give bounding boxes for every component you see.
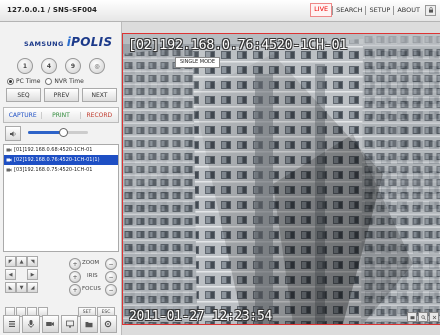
ptz-left-button[interactable]: ◀: [5, 269, 16, 280]
zoom-in-button[interactable]: +: [69, 258, 81, 270]
settings-icon[interactable]: [99, 315, 117, 333]
print-button[interactable]: PRINT: [41, 111, 79, 119]
volume-fill: [28, 131, 63, 134]
samsung-ipolis-logo: SAMSUNG iPOLIS: [24, 35, 113, 49]
fullscreen-button[interactable]: ◎: [89, 58, 105, 74]
ptz-down-left-button[interactable]: ◣: [5, 282, 16, 293]
nav-about[interactable]: ABOUT: [394, 4, 423, 16]
close-icon[interactable]: [429, 312, 439, 322]
video-viewer[interactable]: [02]192.168.0.76:4520-1CH-01 SINGLE MODE…: [122, 33, 440, 325]
ptz-up-button[interactable]: ▲: [16, 256, 27, 267]
camera-title-overlay: [02]192.168.0.76:4520-1CH-01: [128, 37, 348, 53]
camera-list: [01]192.168.0.68:4520-1CH-01 [02]192.168…: [3, 144, 119, 252]
top-bar: 127.0.0.1 / SNS-SF004 LIVE SEARCH SETUP …: [0, 0, 440, 22]
camera-list-item[interactable]: [02]192.168.0.76:4520-1CH-01(1): [4, 155, 118, 165]
nvr-time-radio[interactable]: NVR Time: [45, 78, 84, 85]
monitor-icon[interactable]: [60, 315, 79, 333]
seq-button[interactable]: SEQ: [6, 88, 41, 102]
live-video-frame: [123, 34, 440, 324]
record-button[interactable]: RECORD: [79, 111, 118, 119]
camera-list-item[interactable]: [01]192.168.0.68:4520-1CH-01: [4, 145, 118, 155]
radio-unselected-icon: [45, 78, 53, 85]
view-mode-label: SINGLE MODE: [175, 57, 221, 68]
ptz-up-left-button[interactable]: ◤: [5, 256, 16, 267]
record-toolbar: CAPTURE PRINT RECORD: [3, 107, 119, 123]
list-icon[interactable]: [3, 315, 21, 333]
main-nav: LIVE SEARCH SETUP ABOUT: [310, 3, 436, 17]
ptz-down-right-button[interactable]: ◢: [27, 282, 38, 293]
camera-icon: [6, 148, 12, 152]
radio-selected-icon: [7, 78, 14, 85]
ptz-right-button[interactable]: ▶: [27, 269, 38, 280]
focus-near-button[interactable]: +: [69, 284, 81, 296]
tool-buttons: [3, 315, 117, 333]
lock-icon[interactable]: [425, 4, 436, 16]
next-button[interactable]: NEXT: [82, 88, 117, 102]
zoom-out-button[interactable]: −: [105, 258, 117, 270]
audio-controls: [3, 126, 117, 141]
layout-9-button[interactable]: 9: [65, 58, 81, 74]
camera-icon: [6, 158, 12, 162]
layout-1-button[interactable]: 1: [17, 58, 33, 74]
focus-far-button[interactable]: −: [105, 284, 117, 296]
camera-icon: [6, 168, 12, 172]
folder-icon[interactable]: [80, 315, 98, 333]
ptz-controls: ◤ ▲ ◥ ◀ ▶ ◣ ▼ ◢ + ZOOM − + IRIS − + FOCU…: [3, 256, 117, 304]
viewer-controls: [407, 312, 439, 322]
nav-live[interactable]: LIVE: [310, 3, 333, 17]
zoom-label: ZOOM: [82, 260, 100, 266]
timestamp-overlay: 2011-01-27 12:23:54: [129, 309, 273, 324]
ptz-down-button[interactable]: ▼: [16, 282, 27, 293]
capture-button[interactable]: CAPTURE: [4, 112, 41, 119]
control-sidebar: SAMSUNG iPOLIS 1 4 9 ◎ PC Time NVR Time …: [0, 22, 122, 335]
iris-close-button[interactable]: −: [105, 271, 117, 283]
volume-slider[interactable]: [28, 128, 88, 137]
layout-4-button[interactable]: 4: [41, 58, 57, 74]
iris-open-button[interactable]: +: [69, 271, 81, 283]
snapshot-icon[interactable]: [407, 312, 417, 322]
pc-time-radio[interactable]: PC Time: [7, 78, 40, 85]
prev-button[interactable]: PREV: [44, 88, 79, 102]
volume-knob[interactable]: [58, 128, 68, 137]
focus-label: FOCUS: [82, 286, 101, 292]
camera-list-item[interactable]: [03]192.168.0.75:4520-1CH-01: [4, 165, 118, 175]
time-source-options: PC Time NVR Time: [7, 78, 84, 85]
speaker-icon[interactable]: [5, 126, 21, 141]
microphone-icon[interactable]: [22, 315, 40, 333]
nav-search[interactable]: SEARCH: [333, 4, 365, 16]
device-address: 127.0.0.1 / SNS-SF004: [7, 6, 98, 14]
ptz-up-right-button[interactable]: ◥: [27, 256, 38, 267]
camera-icon[interactable]: [41, 315, 59, 333]
zoom-icon[interactable]: [418, 312, 428, 322]
iris-label: IRIS: [87, 273, 98, 279]
nav-setup[interactable]: SETUP: [366, 4, 393, 16]
